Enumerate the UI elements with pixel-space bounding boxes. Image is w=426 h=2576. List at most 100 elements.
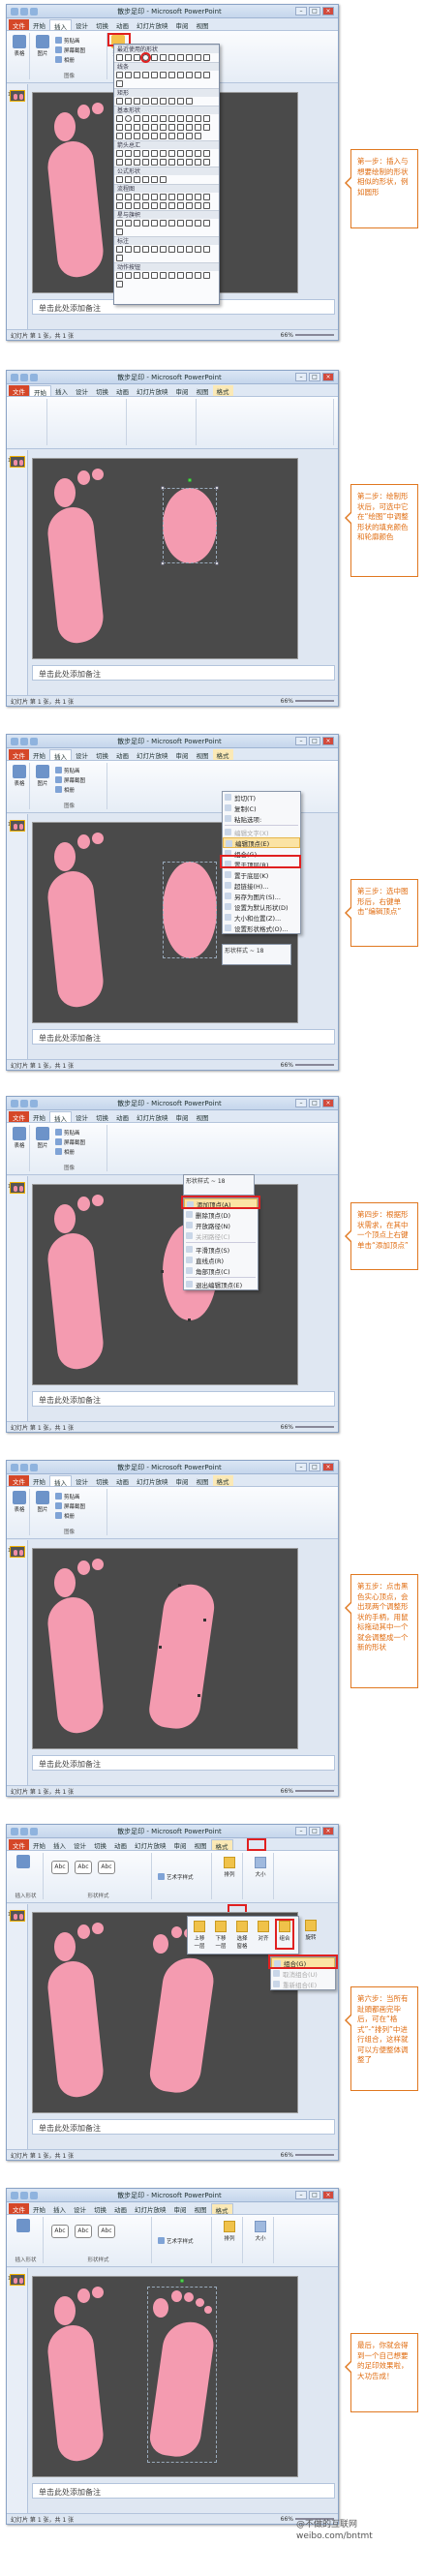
maximize-button[interactable]: □ xyxy=(309,7,320,15)
tab-insert[interactable]: 插入 xyxy=(49,749,72,761)
menu-edit-text[interactable]: 编辑文字(X) xyxy=(223,827,300,837)
menu-close-path[interactable]: 关闭路径(C) xyxy=(184,1230,258,1241)
tab-home[interactable]: 开始 xyxy=(29,1111,49,1122)
align-button[interactable]: 对齐 xyxy=(256,1921,271,1948)
tab-review[interactable]: 审阅 xyxy=(170,1839,191,1850)
tab-file[interactable]: 文件 xyxy=(9,1111,29,1122)
tab-format[interactable]: 格式 xyxy=(212,749,233,760)
tab-animations[interactable]: 动画 xyxy=(112,385,133,396)
notes-pane[interactable]: 单击此处添加备注 xyxy=(32,1029,335,1045)
clipart-button[interactable]: 剪贴画 xyxy=(55,1128,80,1136)
send-backward-button[interactable]: 下移一层 xyxy=(213,1921,228,1950)
menu-straight-point[interactable]: 直线点(R) xyxy=(184,1255,258,1265)
slide-canvas[interactable] xyxy=(32,2276,298,2477)
shape-style-2[interactable]: Abc xyxy=(75,1861,92,1874)
rotate-handle[interactable] xyxy=(180,2279,184,2283)
vertex-point[interactable] xyxy=(203,1619,206,1621)
edited-footprint-shape[interactable] xyxy=(146,1581,218,1732)
screenshot-button[interactable]: 屏幕截图 xyxy=(55,1137,85,1146)
tab-animations[interactable]: 动画 xyxy=(110,2203,131,2214)
menu-delete-point[interactable]: 删除顶点(D) xyxy=(184,1209,258,1220)
shape-style-1[interactable]: Abc xyxy=(51,1861,69,1874)
tab-review[interactable]: 审阅 xyxy=(172,1475,193,1486)
tab-home[interactable]: 开始 xyxy=(29,19,49,30)
menu-send-to-back[interactable]: 置于底层(K) xyxy=(223,869,300,880)
notes-pane[interactable]: 单击此处添加备注 xyxy=(32,1391,335,1407)
art-styles-button[interactable]: 艺术字样式 xyxy=(158,1872,194,1881)
tab-view[interactable]: 视图 xyxy=(191,2203,211,2214)
minimize-button[interactable]: – xyxy=(295,2191,307,2199)
mini-toolbar[interactable]: 形状样式 ~ 18 xyxy=(183,1174,255,1196)
notes-pane[interactable]: 单击此处添加备注 xyxy=(32,2119,335,2135)
tab-slideshow[interactable]: 幻灯片放映 xyxy=(133,385,172,396)
vertex-point[interactable] xyxy=(161,1270,164,1273)
menu-paste-options[interactable]: 粘贴选项: xyxy=(223,813,300,824)
menu-corner-point[interactable]: 角部顶点(C) xyxy=(184,1265,258,1276)
menu-regroup[interactable]: 重新组合(E) xyxy=(271,1979,335,1989)
menu-exit-edit-points[interactable]: 退出编辑顶点(E) xyxy=(184,1279,258,1289)
tab-view[interactable]: 视图 xyxy=(191,1839,211,1850)
tab-animations[interactable]: 动画 xyxy=(110,1839,131,1850)
close-button[interactable]: × xyxy=(322,1463,334,1471)
tab-slideshow[interactable]: 幻灯片放映 xyxy=(133,1111,172,1122)
tab-home[interactable]: 开始 xyxy=(29,1475,49,1486)
menu-cut[interactable]: 剪切(T) xyxy=(223,792,300,803)
slide-thumbnail[interactable] xyxy=(10,90,25,102)
tab-review[interactable]: 审阅 xyxy=(170,2203,191,2214)
close-button[interactable]: × xyxy=(322,1099,334,1107)
tab-view[interactable]: 视图 xyxy=(193,1111,213,1122)
zoom-control[interactable]: 66% xyxy=(281,1788,334,1795)
picture-button[interactable]: 图片 xyxy=(34,1491,51,1520)
tab-review[interactable]: 审阅 xyxy=(172,385,193,396)
tab-format[interactable]: 格式 xyxy=(212,1475,233,1486)
tab-format[interactable]: 格式 xyxy=(210,2203,233,2215)
tab-transitions[interactable]: 切换 xyxy=(92,749,112,760)
shape-style-3[interactable]: Abc xyxy=(98,1861,115,1874)
maximize-button[interactable]: □ xyxy=(309,373,320,381)
tab-slideshow[interactable]: 幻灯片放映 xyxy=(133,1475,172,1486)
menu-size-position[interactable]: 大小和位置(Z)... xyxy=(223,912,300,923)
footprint-shape[interactable] xyxy=(45,1230,106,1372)
picture-button[interactable]: 图片 xyxy=(34,35,51,64)
close-button[interactable]: × xyxy=(322,2191,334,2199)
tab-format[interactable]: 格式 xyxy=(212,385,233,396)
minimize-button[interactable]: – xyxy=(295,7,307,15)
tab-slideshow[interactable]: 幻灯片放映 xyxy=(133,749,172,760)
footprint-shape[interactable] xyxy=(45,504,106,646)
tab-review[interactable]: 审阅 xyxy=(172,749,193,760)
tab-insert[interactable]: 插入 xyxy=(51,385,72,396)
toe-shape[interactable] xyxy=(153,1934,168,1954)
oval-shape-recent[interactable] xyxy=(140,52,151,63)
tab-file[interactable]: 文件 xyxy=(9,385,29,396)
tab-design[interactable]: 设计 xyxy=(70,1839,90,1850)
minimize-button[interactable]: – xyxy=(295,373,307,381)
edited-footprint-shape[interactable] xyxy=(147,1955,217,2096)
tab-view[interactable]: 视图 xyxy=(193,749,213,760)
tab-insert[interactable]: 插入 xyxy=(49,1475,72,1487)
mini-toolbar[interactable]: 形状样式 ~ 18 xyxy=(222,944,291,965)
album-button[interactable]: 相册 xyxy=(55,55,75,64)
footprint-shape[interactable] xyxy=(45,868,106,1010)
menu-format-shape[interactable]: 设置形状格式(O)... xyxy=(223,923,300,933)
menu-copy[interactable]: 复制(C) xyxy=(223,803,300,813)
tab-file[interactable]: 文件 xyxy=(9,1839,29,1850)
clipart-button[interactable]: 剪贴画 xyxy=(55,36,80,45)
slide-thumbnail[interactable] xyxy=(10,1910,25,1922)
album-button[interactable]: 相册 xyxy=(55,1511,75,1520)
close-button[interactable]: × xyxy=(322,737,334,745)
tab-slideshow[interactable]: 幻灯片放映 xyxy=(133,19,172,30)
tab-animations[interactable]: 动画 xyxy=(112,19,133,30)
footprint-shape[interactable] xyxy=(45,1958,106,2100)
tab-design[interactable]: 设计 xyxy=(72,1475,92,1486)
insert-shapes-button[interactable] xyxy=(15,2219,32,2248)
insert-shapes-button[interactable] xyxy=(15,1855,32,1884)
screenshot-button[interactable]: 屏幕截图 xyxy=(55,45,85,54)
tab-insert[interactable]: 插入 xyxy=(49,19,72,31)
size-button[interactable]: 大小 xyxy=(253,1857,268,1884)
table-button[interactable]: 表格 xyxy=(11,1491,28,1520)
tab-format[interactable]: 格式 xyxy=(210,1839,233,1851)
picture-button[interactable]: 图片 xyxy=(34,1127,51,1156)
tab-file[interactable]: 文件 xyxy=(9,749,29,760)
shape-style-2[interactable]: Abc xyxy=(75,2225,92,2238)
tab-animations[interactable]: 动画 xyxy=(112,749,133,760)
